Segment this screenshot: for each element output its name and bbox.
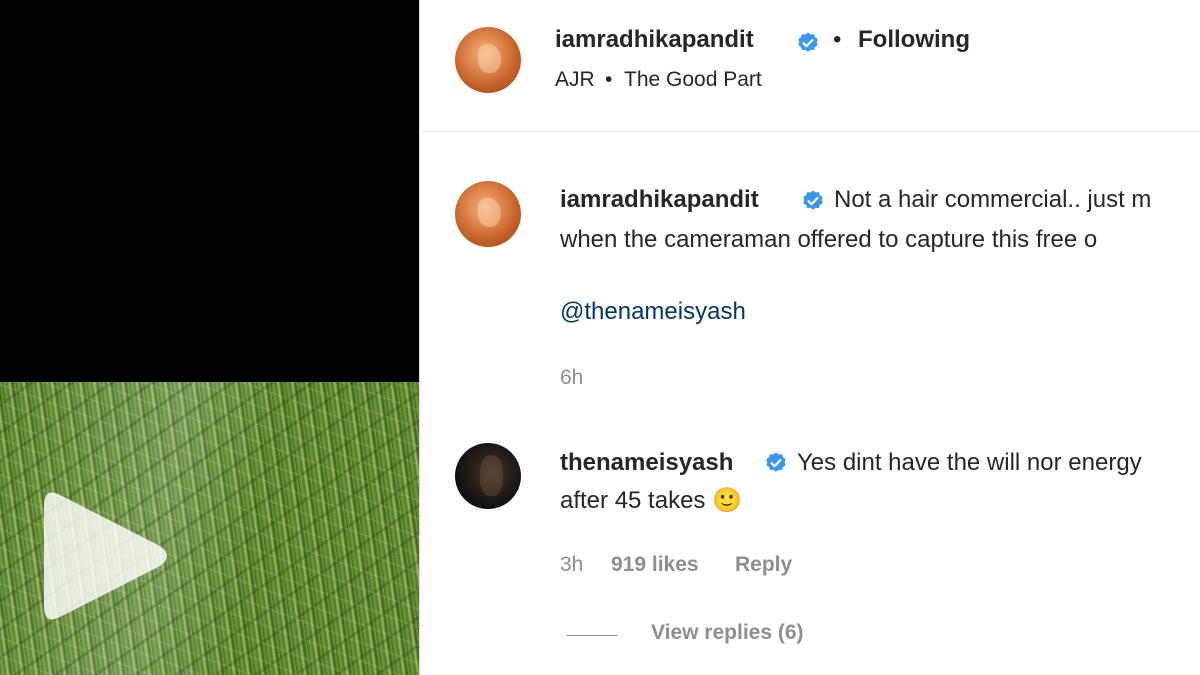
replies-divider — [567, 635, 617, 636]
verified-badge-icon — [798, 32, 818, 52]
post-header — [420, 0, 1200, 132]
view-replies-button[interactable]: View replies (6) — [651, 621, 804, 645]
comment-text-line2: after 45 takes 🙂 — [560, 487, 742, 514]
audio-artist[interactable]: AJR — [555, 68, 595, 92]
caption-mention-link[interactable]: @thenameisyash — [560, 298, 746, 326]
reply-button[interactable]: Reply — [735, 553, 792, 577]
comment-timestamp[interactable]: 3h — [560, 553, 583, 577]
caption-text-line1: Not a hair commercial.. just m — [834, 186, 1152, 213]
comment-likes[interactable]: 919 likes — [611, 553, 699, 577]
comment-avatar[interactable] — [455, 443, 521, 509]
header-separator: • — [833, 26, 842, 53]
caption-username[interactable]: iamradhikapandit — [560, 186, 759, 214]
comment-text-line1: Yes dint have the will nor energy — [797, 449, 1142, 476]
caption-timestamp[interactable]: 6h — [560, 366, 583, 390]
verified-badge-icon — [803, 190, 823, 210]
verified-badge-icon — [766, 452, 786, 472]
media-letterbox — [0, 0, 419, 382]
header-avatar[interactable] — [455, 27, 521, 93]
header-username[interactable]: iamradhikapandit — [555, 26, 754, 54]
caption-text-line2: when the cameraman offered to capture th… — [560, 226, 1098, 253]
audio-separator: • — [605, 68, 613, 91]
comment-username[interactable]: thenameisyash — [560, 449, 733, 477]
play-icon[interactable] — [40, 488, 170, 624]
caption-avatar[interactable] — [455, 181, 521, 247]
following-button[interactable]: Following — [858, 26, 970, 54]
audio-title[interactable]: The Good Part — [624, 68, 762, 92]
